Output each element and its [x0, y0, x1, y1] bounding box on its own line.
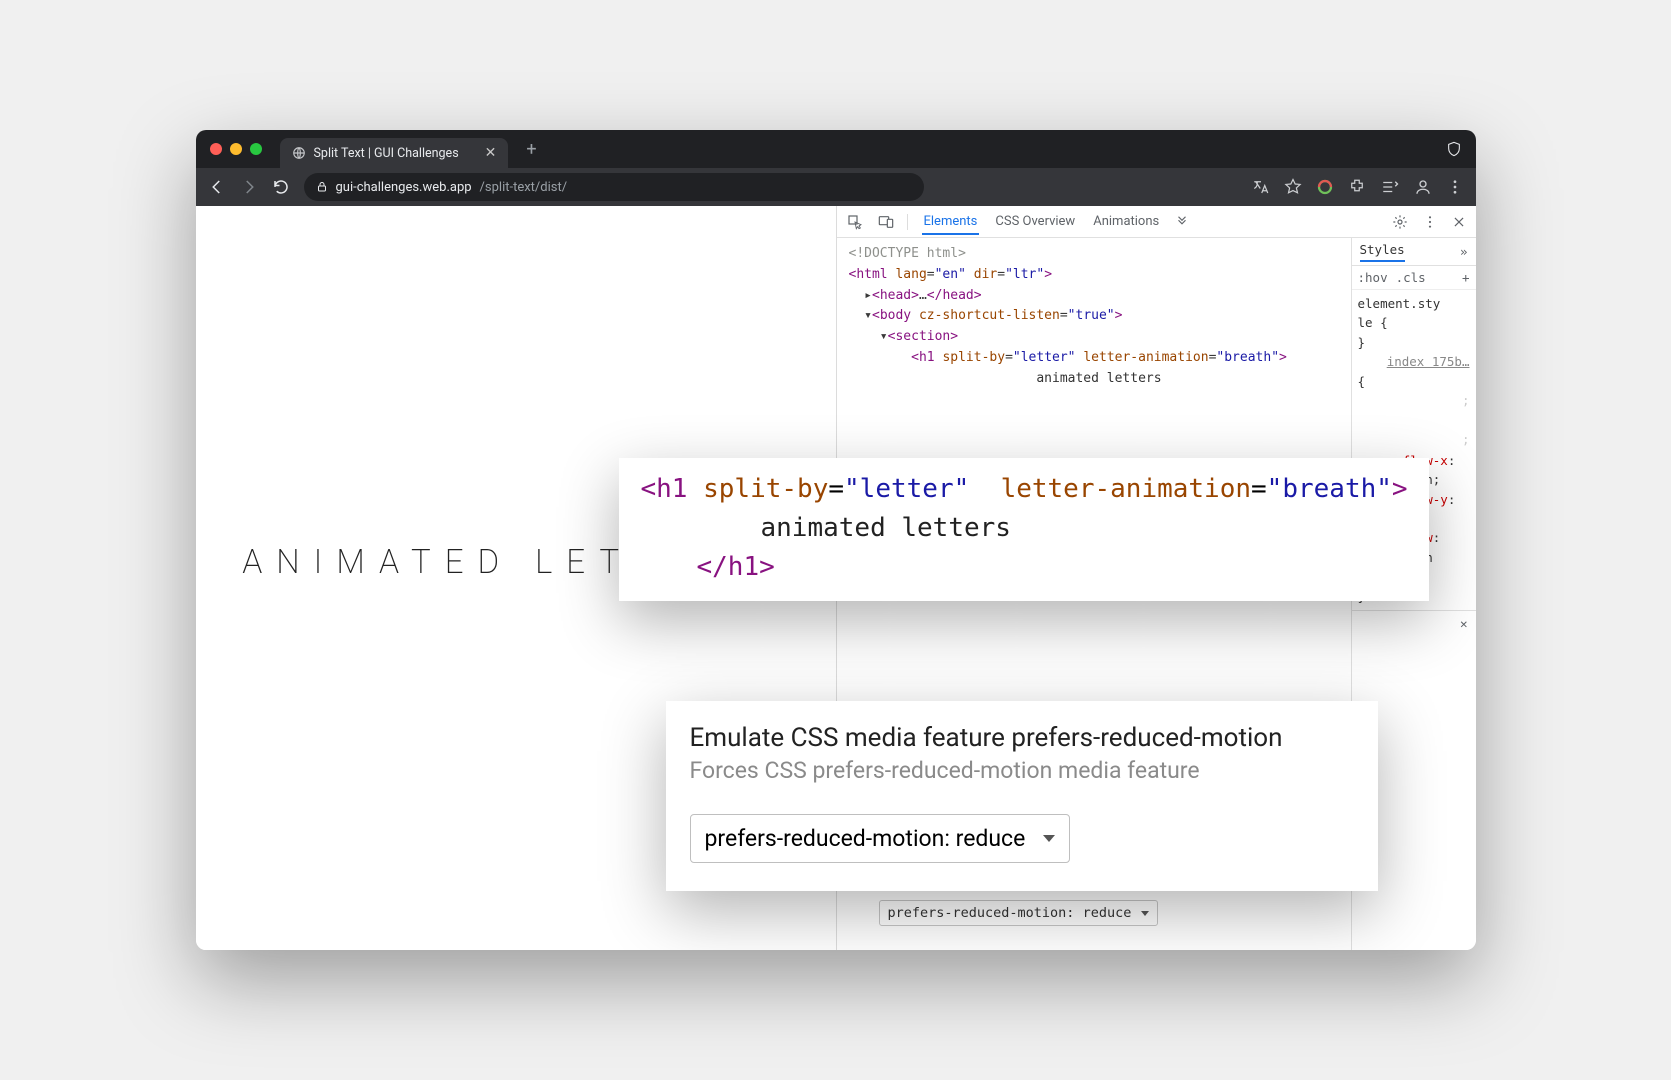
close-tab-icon[interactable]: ✕ [485, 145, 497, 161]
styles-tab[interactable]: Styles [1360, 242, 1405, 262]
dom-head: ▸<head>…</head> [843, 286, 1345, 307]
overlay-emulate-subtitle: Forces CSS prefers-reduced-motion media … [690, 757, 1354, 784]
maximize-window-button[interactable] [250, 143, 262, 155]
profile-avatar-icon[interactable] [1414, 178, 1432, 196]
overlay-emulate-select-value: prefers-reduced-motion: reduce [705, 825, 1026, 852]
rule-source[interactable]: index 175b… [1358, 352, 1470, 371]
styles-drawer-close-icon[interactable]: ✕ [1460, 616, 1468, 631]
overlay-code-text: animated letters [641, 509, 1407, 548]
extensions-icon[interactable] [1348, 178, 1366, 196]
dom-h1-text: animated letters [843, 369, 1345, 390]
more-panes-icon[interactable]: » [1460, 244, 1468, 259]
extension-color-icon[interactable] [1316, 178, 1334, 196]
overlay-emulate-select[interactable]: prefers-reduced-motion: reduce [690, 814, 1071, 863]
more-tabs-icon[interactable] [1175, 215, 1189, 229]
hov-toggle[interactable]: :hov [1358, 270, 1388, 285]
tab-title: Split Text | GUI Challenges [314, 146, 459, 161]
rendering-select[interactable]: prefers-reduced-motion: reduce [879, 900, 1159, 926]
chevron-down-icon [1043, 835, 1055, 842]
translate-icon[interactable] [1252, 178, 1270, 196]
cls-toggle[interactable]: .cls [1396, 270, 1426, 285]
gear-icon[interactable] [1392, 214, 1408, 230]
overlay-emulate-card: Emulate CSS media feature prefers-reduce… [666, 701, 1378, 891]
element-style-block: element.style {} [1358, 294, 1470, 352]
shield-icon[interactable] [1446, 141, 1462, 157]
rule-brace: { [1358, 372, 1470, 391]
reload-button[interactable] [272, 178, 290, 196]
tab-css-overview[interactable]: CSS Overview [993, 208, 1077, 235]
overlay-code-close: </h1> [641, 548, 1407, 587]
titlebar: Split Text | GUI Challenges ✕ + [196, 130, 1476, 168]
address-bar[interactable]: gui-challenges.web.app/split-text/dist/ [304, 173, 924, 201]
new-tab-button[interactable]: + [526, 139, 536, 160]
dom-body-open: ▾<body cz-shortcut-listen="true"> [843, 306, 1345, 327]
overlay-emulate-title: Emulate CSS media feature prefers-reduce… [690, 723, 1354, 753]
chevron-down-icon [1141, 911, 1149, 916]
reading-list-icon[interactable] [1380, 178, 1400, 196]
minimize-window-button[interactable] [230, 143, 242, 155]
back-button[interactable] [208, 178, 226, 196]
window-controls [210, 143, 262, 155]
devtools-toolbar: Elements CSS Overview Animations [837, 206, 1476, 238]
new-style-rule-icon[interactable]: + [1462, 270, 1470, 285]
devtools-close-icon[interactable] [1452, 215, 1466, 229]
content-area: ANIMATED LETTERS Elements CSS Overview A… [196, 206, 1476, 950]
url-domain: gui-challenges.web.app [336, 180, 472, 195]
devtools-kebab-icon[interactable] [1422, 214, 1438, 230]
overlay-code-line-1: <h1 split-by="letter" letter-animation="… [641, 470, 1407, 509]
dom-h1-open: <h1 split-by="letter" letter-animation="… [843, 348, 1345, 369]
dom-doctype: <!DOCTYPE html> [843, 244, 1345, 265]
overlay-code-snippet: <h1 split-by="letter" letter-animation="… [619, 458, 1429, 601]
bookmark-star-icon[interactable] [1284, 178, 1302, 196]
tab-animations[interactable]: Animations [1091, 208, 1161, 235]
tab-elements[interactable]: Elements [922, 208, 980, 235]
forward-button[interactable] [240, 178, 258, 196]
dom-html-open: <html lang="en" dir="ltr"> [843, 265, 1345, 286]
globe-icon [292, 146, 306, 160]
device-toolbar-icon[interactable] [877, 214, 908, 230]
browser-window: Split Text | GUI Challenges ✕ + gui-chal… [196, 130, 1476, 950]
kebab-menu-icon[interactable] [1446, 178, 1464, 196]
lock-icon [316, 181, 328, 193]
browser-tab[interactable]: Split Text | GUI Challenges ✕ [280, 138, 509, 168]
dom-section-open: ▾<section> [843, 327, 1345, 348]
toolbar: gui-challenges.web.app/split-text/dist/ [196, 168, 1476, 206]
close-window-button[interactable] [210, 143, 222, 155]
rendering-select-value: prefers-reduced-motion: reduce [888, 905, 1132, 921]
inspect-element-icon[interactable] [847, 214, 863, 230]
url-path: /split-text/dist/ [480, 180, 568, 195]
